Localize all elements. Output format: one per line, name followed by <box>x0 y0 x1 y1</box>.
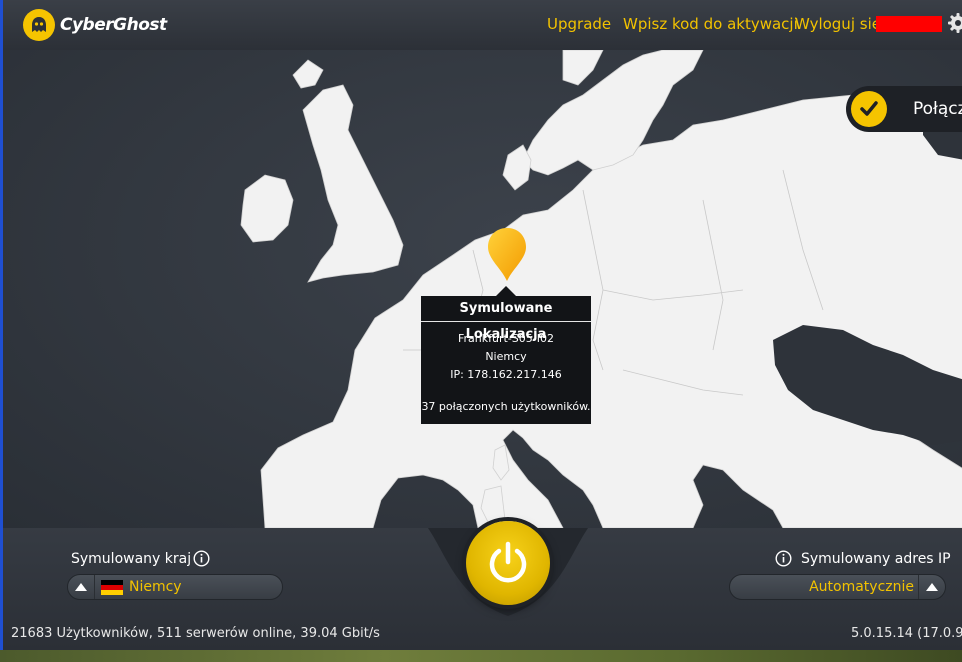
power-icon <box>489 541 527 583</box>
activation-code-link[interactable]: Wpisz kod do aktywacji <box>623 15 798 33</box>
country-value: Niemcy <box>129 579 182 595</box>
app-window: CyberGhost Upgrade Wpisz kod do aktywacj… <box>0 0 962 650</box>
tooltip-users: 37 połączonych użytkowników. <box>421 400 591 413</box>
gear-icon[interactable] <box>948 13 962 37</box>
tooltip-title: Symulowane Lokalizacja <box>421 296 591 342</box>
logo: CyberGhost <box>23 9 167 41</box>
flag-stripe <box>101 589 123 595</box>
connection-status-text: Połączo <box>913 99 962 119</box>
logout-link[interactable]: Wyloguj się <box>795 15 881 33</box>
redacted-username <box>876 16 942 32</box>
version-text: 5.0.15.14 (17.0.9C <box>851 626 962 641</box>
logo-ghost-icon <box>23 9 55 41</box>
connection-status-badge: Połączo <box>846 86 962 132</box>
chevron-up-icon[interactable] <box>919 575 945 599</box>
world-map[interactable] <box>3 50 962 528</box>
tooltip-arrow <box>496 286 516 296</box>
upgrade-link[interactable]: Upgrade <box>547 15 611 33</box>
ip-select[interactable]: Automatycznie <box>729 574 946 600</box>
country-label: Symulowany kraj <box>71 551 192 567</box>
ip-label: Symulowany adres IP <box>801 551 951 567</box>
location-pin-icon[interactable] <box>487 228 527 286</box>
desktop-background <box>0 650 962 662</box>
app-name: CyberGhost <box>60 15 167 35</box>
country-select[interactable]: Niemcy <box>67 574 283 600</box>
top-bar: CyberGhost Upgrade Wpisz kod do aktywacj… <box>3 0 962 50</box>
tooltip-server: Frankfurt-S05-I02 <box>458 332 554 345</box>
check-icon <box>851 91 887 127</box>
tooltip-country: Niemcy <box>485 350 527 363</box>
chevron-up-icon[interactable] <box>68 575 94 599</box>
ip-value: Automatycznie <box>809 579 914 595</box>
info-icon[interactable] <box>775 550 792 571</box>
tooltip-ip: IP: 178.162.217.146 <box>450 368 562 381</box>
location-tooltip: Symulowane Lokalizacja Frankfurt-S05-I02… <box>421 296 591 424</box>
power-button[interactable] <box>466 521 550 605</box>
server-stats: 21683 Użytkowników, 511 serwerów online,… <box>11 626 380 641</box>
germany-flag-icon <box>101 579 123 595</box>
info-icon[interactable] <box>193 550 210 571</box>
